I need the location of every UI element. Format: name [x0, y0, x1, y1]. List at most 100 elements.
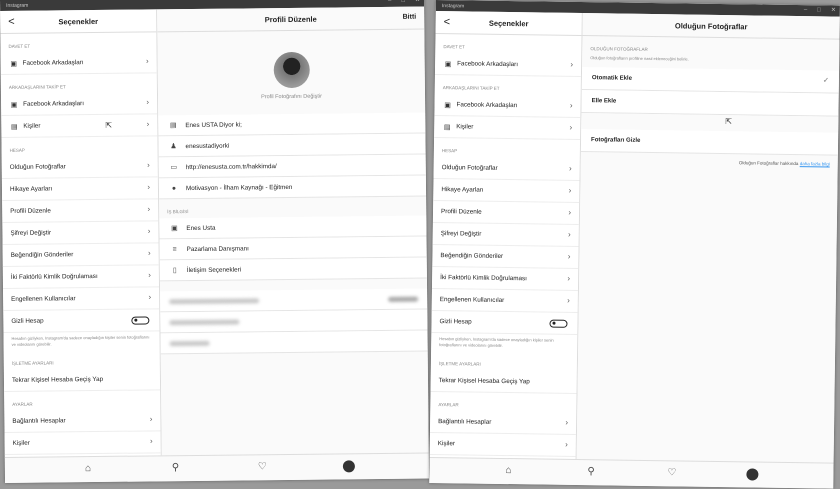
private-account-toggle[interactable] — [131, 316, 150, 325]
follow-contacts[interactable]: ▤ Kişiler › — [434, 115, 581, 141]
chevron-right-icon: › — [146, 97, 150, 107]
chevron-right-icon: › — [145, 56, 149, 66]
item-label: Profili Düzenle — [10, 207, 51, 215]
switch-to-personal[interactable]: Tekrar Kişisel Hesaba Geçiş Yap — [430, 369, 577, 395]
option-label: Fotoğrafları Gizle — [591, 136, 641, 144]
done-button[interactable]: Bitti — [403, 14, 417, 21]
account-menu-item[interactable]: Olduğun Fotoğraflar › — [1, 155, 158, 179]
facebook-icon: ▣ — [444, 60, 452, 68]
account-menu-item[interactable]: Hikaye Ayarları › — [1, 177, 159, 201]
screenshot-tagged-photos: Instagram – □ ✕ < Seçenekler DAVET ET ▣ Fa… — [429, 0, 840, 489]
profile-field[interactable]: ▣ Enes Usta — [159, 215, 427, 240]
account-menu-item[interactable]: Profili Düzenle › — [432, 200, 580, 226]
home-icon[interactable]: ⌂ — [85, 463, 91, 474]
invite-facebook-friends[interactable]: ▣ Facebook Arkadaşları › — [0, 51, 157, 75]
edit-profile-title: Profili Düzenle — [264, 14, 317, 24]
back-button[interactable]: < — [444, 15, 451, 29]
close-icon[interactable]: ✕ — [831, 6, 836, 17]
account-menu-item[interactable]: Beğendiğin Gönderiler › — [2, 243, 159, 267]
settings-menu-item[interactable]: Bağlantılı Hesaplar › — [4, 409, 161, 433]
item-label: Tekrar Kişisel Hesaba Geçiş Yap — [438, 377, 530, 386]
section-follow: ARKADAŞLARINI TAKİP ET — [442, 85, 500, 91]
profile-field[interactable]: ♟ enesustadiyorki — [158, 133, 426, 158]
item-label: Kişiler — [456, 123, 474, 131]
field-value: Enes Usta — [186, 224, 216, 232]
item-label: Engellenen Kullanıcılar — [439, 296, 505, 304]
profile-field[interactable]: ≡ Pazarlama Danışmanı — [159, 236, 427, 261]
private-info-row[interactable] — [160, 288, 428, 313]
screenshot-profile-edit: Instagram – □ ✕ < Seçenekler DAVET ET ▣ Fa… — [0, 0, 430, 483]
edit-profile-panel: Profili Düzenle Bitti Profil Fotoğrafını… — [157, 6, 429, 456]
search-icon[interactable]: ⚲ — [172, 462, 179, 473]
section-account: HESAP — [9, 147, 25, 153]
home-icon[interactable]: ⌂ — [505, 465, 511, 476]
option-label: Elle Ekle — [591, 97, 617, 105]
item-label: Olduğun Fotoğraflar — [441, 164, 498, 172]
mouse-cursor-icon: ⇱ — [725, 116, 733, 126]
account-menu-item[interactable]: Şifreyi Değiştir › — [432, 222, 579, 248]
user-icon: ♟ — [170, 143, 177, 151]
item-label: Gizli Hesap — [439, 318, 472, 326]
maximize-icon[interactable]: □ — [817, 5, 821, 16]
app-title: Instagram — [441, 2, 465, 9]
profile-icon[interactable] — [342, 460, 355, 473]
profile-icon[interactable] — [746, 468, 759, 481]
minimize-icon[interactable]: – — [388, 0, 391, 7]
option-hide-photos[interactable]: Fotoğrafları Gizle — [580, 128, 839, 156]
settings-menu-item[interactable]: Bağlantılı Hesaplar › — [429, 410, 577, 435]
chevron-right-icon: › — [149, 436, 153, 446]
chevron-right-icon: › — [567, 251, 571, 261]
back-button[interactable]: < — [8, 15, 15, 29]
private-account-toggle-row[interactable]: Gizli Hesap — [3, 309, 160, 333]
account-menu-item[interactable]: Profili Düzenle › — [2, 199, 159, 223]
follow-facebook-friends[interactable]: ▣ Facebook Arkadaşları › — [0, 92, 158, 116]
heart-icon[interactable]: ♡ — [258, 461, 267, 472]
minimize-icon[interactable]: – — [804, 5, 807, 16]
search-icon[interactable]: ⚲ — [587, 466, 594, 477]
profile-avatar[interactable] — [273, 51, 310, 89]
private-account-toggle[interactable] — [549, 319, 568, 328]
link-icon: ▭ — [170, 164, 178, 172]
account-menu-item[interactable]: İki Faktörlü Kimlik Doğrulaması › — [431, 266, 579, 292]
invite-facebook-friends[interactable]: ▣ Facebook Arkadaşları › — [434, 52, 582, 78]
private-info-row[interactable] — [160, 309, 428, 334]
heart-icon[interactable]: ♡ — [667, 467, 676, 478]
item-label: Profili Düzenle — [440, 208, 482, 216]
account-menu-item[interactable]: Engellenen Kullanıcılar › — [3, 287, 160, 311]
account-menu-item[interactable]: Beğendiğin Gönderiler › — [432, 244, 579, 270]
settings-menu-item[interactable]: Kişiler › — [4, 431, 161, 455]
item-label: Kişiler — [12, 439, 30, 447]
account-menu-item[interactable]: Hikaye Ayarları › — [433, 178, 580, 204]
learn-more-link[interactable]: daha fazla bilgi — [800, 161, 830, 166]
section-account: HESAP — [441, 148, 458, 154]
private-note: Hesabın gizliyken, Instagram'da sadece o… — [439, 336, 554, 348]
section-invite: DAVET ET — [8, 43, 31, 49]
change-photo-link[interactable]: Profil Fotoğrafını Değiştir — [158, 93, 425, 102]
chevron-right-icon: › — [569, 100, 573, 110]
private-account-toggle-row[interactable]: Gizli Hesap — [431, 310, 578, 336]
account-menu-item[interactable]: Olduğun Fotoğraflar › — [433, 156, 580, 182]
item-label: Facebook Arkadaşları — [22, 59, 84, 67]
chevron-right-icon: › — [149, 414, 153, 424]
profile-field[interactable]: ▭ http://enesusta.com.tr/hakkimda/ — [158, 154, 426, 179]
private-note: Hesabın gizliyken, Instagram'da sadece o… — [11, 334, 150, 347]
info-icon: ● — [171, 184, 177, 192]
facebook-icon: ▣ — [10, 101, 18, 109]
profile-field[interactable]: ● Motivasyon - İlham Kaynağı - Eğitmen — [158, 175, 427, 200]
account-menu-item[interactable]: Engellenen Kullanıcılar › — [431, 288, 578, 314]
chevron-right-icon: › — [569, 122, 573, 132]
follow-facebook-friends[interactable]: ▣ Facebook Arkadaşları › — [434, 93, 581, 119]
tagged-footer: Olduğun Fotoğraflar hakkında daha fazla … — [581, 152, 838, 173]
profile-field[interactable]: ▯ İletişim Seçenekleri — [159, 257, 427, 282]
field-value: Pazarlama Danışmanı — [186, 244, 249, 253]
settings-menu-item[interactable]: Kişiler › — [429, 432, 576, 457]
options-panel: < Seçenekler DAVET ET ▣ Facebook Arkadaş… — [0, 9, 162, 457]
profile-field[interactable]: ▤ Enes USTA Diyor ki; — [158, 112, 426, 137]
private-info-row[interactable] — [160, 330, 428, 355]
account-menu-item[interactable]: Şifreyi Değiştir › — [2, 221, 159, 245]
section-invite: DAVET ET — [443, 44, 465, 50]
switch-to-personal[interactable]: Tekrar Kişisel Hesaba Geçiş Yap — [3, 368, 161, 392]
account-menu-item[interactable]: İki Faktörlü Kimlik Doğrulaması › — [2, 265, 160, 289]
follow-contacts[interactable]: ▤ Kişiler › ⇱ — [1, 114, 158, 138]
options-header: < Seçenekler — [0, 9, 157, 34]
